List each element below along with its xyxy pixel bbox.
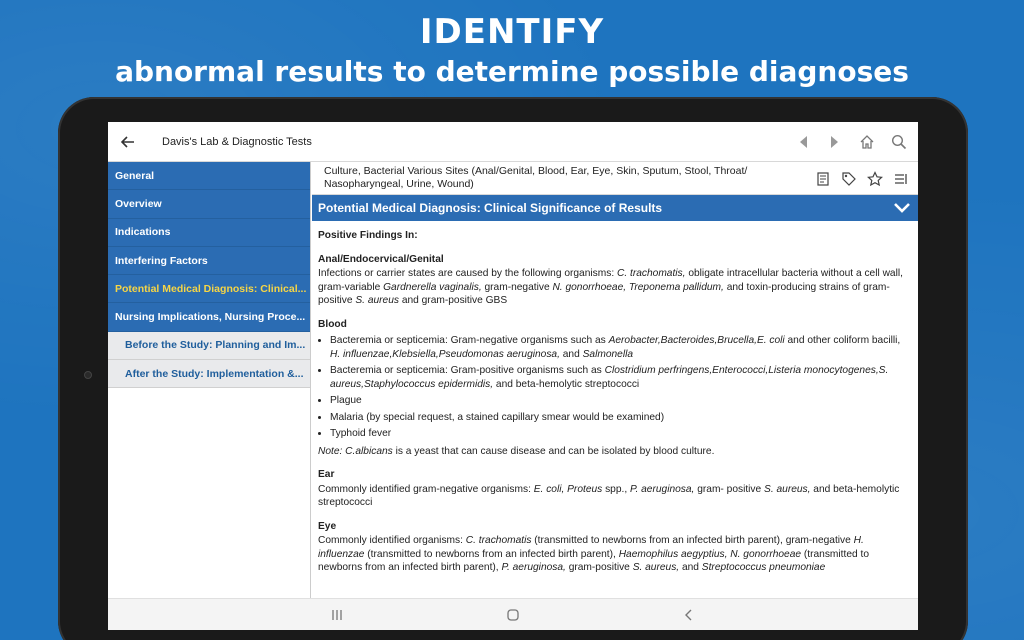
search-icon[interactable] <box>890 133 908 151</box>
sidebar-item-interfering-factors[interactable]: Interfering Factors <box>108 246 310 276</box>
eye-heading: Eye <box>318 520 337 532</box>
anal-heading: Anal/Endocervical/Genital <box>318 253 444 265</box>
list-item: Plague <box>330 394 908 408</box>
home-icon[interactable] <box>858 133 876 151</box>
promo-title: IDENTIFY <box>419 12 605 52</box>
sidebar-subitem-before-study[interactable]: Before the Study: Planning and Im... <box>108 331 310 361</box>
sidebar-item-potential-diagnosis[interactable]: Potential Medical Diagnosis: Clinical... <box>108 275 310 304</box>
blood-note: Note: C.albicans is a yeast that can cau… <box>318 445 715 457</box>
back-nav-icon[interactable] <box>681 607 697 623</box>
chevron-down-icon[interactable] <box>892 198 912 218</box>
promo-banner: IDENTIFY abnormal results to determine p… <box>0 12 1024 90</box>
system-nav-bar <box>108 598 918 630</box>
content-pane: Culture, Bacterial Various Sites (Anal/G… <box>312 162 918 598</box>
sidebar: General Overview Indications Interfering… <box>108 162 311 598</box>
list-item: Bacteremia or septicemia: Gram-positive … <box>330 364 908 391</box>
sidebar-subitem-after-study[interactable]: After the Study: Implementation &... <box>108 360 310 389</box>
list-item: Typhoid fever <box>330 427 908 441</box>
notes-icon[interactable] <box>814 170 832 188</box>
list-item: Bacteremia or septicemia: Gram-negative … <box>330 334 908 361</box>
list-item: Malaria (by special request, a stained c… <box>330 411 908 425</box>
home-button-icon[interactable] <box>505 607 521 623</box>
next-icon[interactable] <box>826 133 844 151</box>
eye-paragraph: Commonly identified organisms: C. tracho… <box>318 535 870 573</box>
camera-dot <box>84 371 92 379</box>
topic-title: Culture, Bacterial Various Sites (Anal/G… <box>324 165 748 190</box>
sidebar-item-general[interactable]: General <box>108 162 310 191</box>
topic-tools <box>814 170 910 188</box>
prev-icon[interactable] <box>794 133 812 151</box>
ear-heading: Ear <box>318 469 335 480</box>
recents-icon[interactable] <box>329 607 345 623</box>
app-bar: Davis's Lab & Diagnostic Tests <box>108 122 918 162</box>
tag-icon[interactable] <box>840 170 858 188</box>
promo-subtitle: abnormal results to determine possible d… <box>115 55 909 88</box>
list-icon[interactable] <box>892 170 910 188</box>
sidebar-item-nursing-implications[interactable]: Nursing Implications, Nursing Proce... <box>108 303 310 332</box>
blood-heading: Blood <box>318 318 347 330</box>
app-bar-actions <box>794 122 908 162</box>
sidebar-item-overview[interactable]: Overview <box>108 190 310 219</box>
blood-list: Bacteremia or septicemia: Gram-negative … <box>330 334 908 441</box>
back-arrow-icon[interactable] <box>108 122 148 162</box>
sidebar-item-indications[interactable]: Indications <box>108 218 310 247</box>
star-icon[interactable] <box>866 170 884 188</box>
app-title: Davis's Lab & Diagnostic Tests <box>162 135 312 148</box>
positive-findings-heading: Positive Findings In: <box>318 230 418 241</box>
app-screen: Davis's Lab & Diagnostic Tests General O… <box>108 122 918 630</box>
section-header[interactable]: Potential Medical Diagnosis: Clinical Si… <box>312 195 918 221</box>
article-body: Positive Findings In: Anal/Endocervical/… <box>312 221 918 575</box>
ear-paragraph: Commonly identified gram-negative organi… <box>318 483 900 509</box>
anal-paragraph: Infections or carrier states are caused … <box>318 268 903 306</box>
topic-bar: Culture, Bacterial Various Sites (Anal/G… <box>312 162 918 195</box>
section-title: Potential Medical Diagnosis: Clinical Si… <box>318 201 663 215</box>
